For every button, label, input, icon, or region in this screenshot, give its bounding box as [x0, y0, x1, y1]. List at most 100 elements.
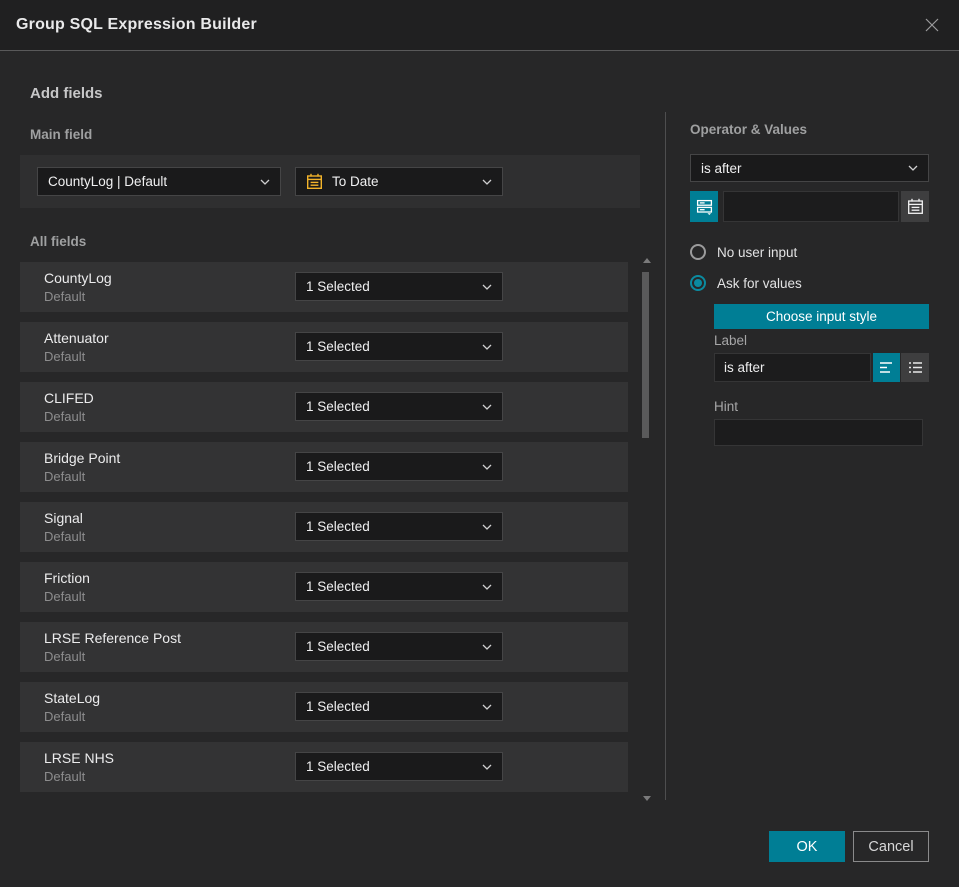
group-sql-expression-builder-dialog: Group SQL Expression Builder Add fields … — [0, 0, 959, 887]
field-row: Bridge Point Default 1 Selected — [20, 442, 628, 492]
chevron-down-icon — [482, 404, 492, 410]
chevron-down-icon — [908, 165, 918, 171]
field-row: StateLog Default 1 Selected — [20, 682, 628, 732]
date-type-select-value: To Date — [332, 174, 379, 189]
input-style-line-button[interactable] — [873, 353, 900, 382]
field-name: CLIFED — [44, 390, 94, 406]
scroll-up-arrow[interactable] — [643, 258, 651, 263]
field-subtitle: Default — [44, 529, 86, 544]
field-value-select[interactable]: 1 Selected — [295, 272, 503, 301]
field-name: Friction — [44, 570, 90, 586]
bullet-list-icon — [908, 362, 922, 373]
value-calendar-button[interactable] — [901, 191, 929, 222]
dialog-titlebar: Group SQL Expression Builder — [0, 0, 959, 51]
field-subtitle: Default — [44, 589, 86, 604]
field-value-select[interactable]: 1 Selected — [295, 392, 503, 421]
unique-values-button[interactable] — [690, 191, 718, 222]
chevron-down-icon — [482, 644, 492, 650]
field-name: Attenuator — [44, 330, 109, 346]
radio-ask-for-values[interactable]: Ask for values — [690, 275, 802, 291]
field-value-select[interactable]: 1 Selected — [295, 752, 503, 781]
field-value-select[interactable]: 1 Selected — [295, 452, 503, 481]
field-subtitle: Default — [44, 349, 86, 364]
choose-input-style-button[interactable]: Choose input style — [714, 304, 929, 329]
field-subtitle: Default — [44, 469, 86, 484]
field-value-select-value: 1 Selected — [306, 519, 370, 534]
hint-input[interactable] — [714, 419, 923, 446]
field-row: LRSE NHS Default 1 Selected — [20, 742, 628, 792]
radio-circle-icon[interactable] — [690, 244, 706, 260]
field-row: LRSE Reference Post Default 1 Selected — [20, 622, 628, 672]
all-fields-list: CountyLog Default 1 Selected Attenuator … — [20, 262, 628, 802]
main-field-label: Main field — [30, 127, 93, 142]
radio-no-user-input[interactable]: No user input — [690, 244, 797, 260]
chevron-down-icon — [482, 584, 492, 590]
unique-values-icon — [696, 199, 712, 215]
field-value-select[interactable]: 1 Selected — [295, 632, 503, 661]
field-row: Attenuator Default 1 Selected — [20, 322, 628, 372]
calendar-icon — [907, 198, 923, 214]
field-value-select-value: 1 Selected — [306, 459, 370, 474]
field-row: Friction Default 1 Selected — [20, 562, 628, 612]
panel-divider — [665, 112, 666, 800]
list-scrollbar[interactable] — [641, 256, 651, 803]
close-icon — [925, 18, 939, 32]
field-value-select-value: 1 Selected — [306, 339, 370, 354]
scroll-down-arrow[interactable] — [643, 796, 651, 801]
all-fields-label: All fields — [30, 234, 87, 249]
field-name: Signal — [44, 510, 83, 526]
chevron-down-icon — [482, 464, 492, 470]
field-name: LRSE NHS — [44, 750, 115, 766]
label-input[interactable] — [714, 353, 871, 382]
dialog-title: Group SQL Expression Builder — [16, 16, 257, 33]
add-fields-heading: Add fields — [30, 85, 103, 102]
chevron-down-icon — [482, 524, 492, 530]
radio-no-user-input-label: No user input — [717, 244, 798, 260]
input-style-list-button[interactable] — [901, 353, 929, 382]
align-lines-icon — [880, 362, 892, 373]
calendar-icon — [307, 173, 323, 190]
chevron-down-icon — [482, 284, 492, 290]
field-value-select[interactable]: 1 Selected — [295, 512, 503, 541]
field-value-select[interactable]: 1 Selected — [295, 332, 503, 361]
field-subtitle: Default — [44, 769, 86, 784]
chevron-down-icon — [482, 764, 492, 770]
field-row: CountyLog Default 1 Selected — [20, 262, 628, 312]
field-name: LRSE Reference Post — [44, 630, 181, 646]
field-name: StateLog — [44, 690, 101, 706]
field-value-select-value: 1 Selected — [306, 759, 370, 774]
main-field-select[interactable]: CountyLog | Default — [37, 167, 281, 196]
date-type-select[interactable]: To Date — [295, 167, 503, 196]
field-row: Signal Default 1 Selected — [20, 502, 628, 552]
operator-select[interactable]: is after — [690, 154, 929, 182]
field-value-select[interactable]: 1 Selected — [295, 572, 503, 601]
value-input[interactable] — [723, 191, 899, 222]
chevron-down-icon — [482, 344, 492, 350]
chevron-down-icon — [482, 179, 492, 185]
operator-select-value: is after — [701, 160, 742, 176]
radio-ask-for-values-label: Ask for values — [717, 275, 802, 291]
scrollbar-thumb[interactable] — [642, 272, 649, 438]
field-row: CLIFED Default 1 Selected — [20, 382, 628, 432]
radio-selected-icon[interactable] — [690, 275, 706, 291]
field-subtitle: Default — [44, 649, 86, 664]
label-label: Label — [714, 333, 748, 348]
field-name: Bridge Point — [44, 450, 121, 466]
field-value-select-value: 1 Selected — [306, 399, 370, 414]
close-button[interactable] — [921, 14, 943, 36]
cancel-button[interactable]: Cancel — [853, 831, 929, 862]
field-value-select-value: 1 Selected — [306, 699, 370, 714]
field-value-select[interactable]: 1 Selected — [295, 692, 503, 721]
hint-label: Hint — [714, 399, 739, 414]
ok-button[interactable]: OK — [769, 831, 845, 862]
chevron-down-icon — [482, 704, 492, 710]
operator-values-heading: Operator & Values — [690, 122, 808, 137]
field-value-select-value: 1 Selected — [306, 579, 370, 594]
main-field-select-value: CountyLog | Default — [48, 174, 168, 189]
field-subtitle: Default — [44, 709, 86, 724]
field-value-select-value: 1 Selected — [306, 279, 370, 294]
chevron-down-icon — [260, 179, 270, 185]
field-subtitle: Default — [44, 289, 86, 304]
field-value-select-value: 1 Selected — [306, 639, 370, 654]
field-name: CountyLog — [44, 270, 112, 286]
